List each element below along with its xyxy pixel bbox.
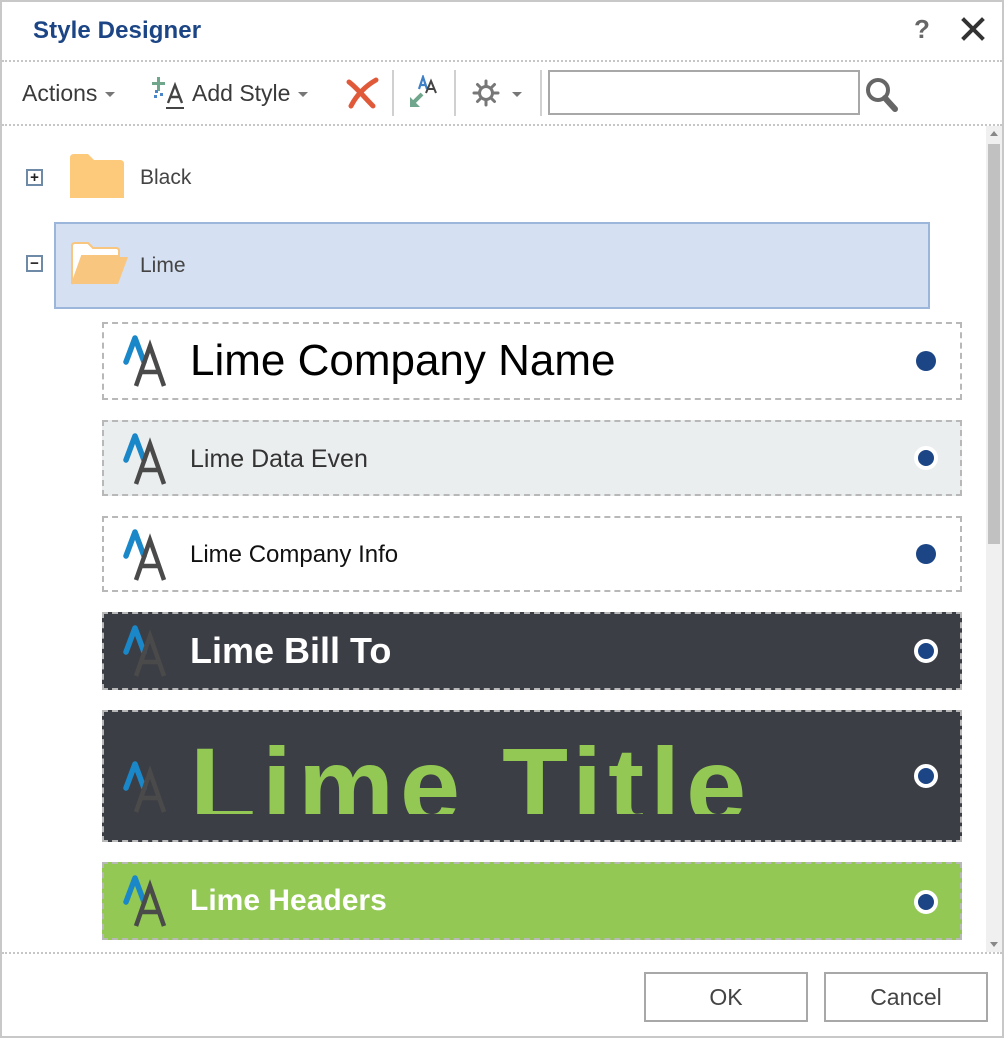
folder-label: Black — [140, 166, 192, 189]
search-input[interactable] — [548, 70, 860, 115]
ok-button[interactable]: OK — [644, 972, 808, 1022]
toolbar: Actions Add Style — [2, 62, 1002, 124]
style-label: Lime Bill To — [190, 630, 392, 671]
default-indicator[interactable] — [914, 446, 938, 470]
dialog-title: Style Designer — [33, 17, 202, 44]
style-item[interactable]: Lime Title — [102, 710, 962, 842]
chevron-down-icon — [298, 91, 309, 97]
style-item[interactable]: Lime Data Even — [102, 420, 962, 496]
folder-label: Lime — [140, 254, 186, 277]
help-button[interactable]: ? — [914, 14, 930, 45]
search-button[interactable] — [864, 76, 900, 112]
apply-style-button[interactable] — [406, 62, 442, 124]
delete-x-icon — [346, 77, 379, 109]
vertical-scrollbar[interactable] — [986, 126, 1002, 952]
text-style-icon — [123, 529, 167, 581]
style-item[interactable]: Lime Headers — [102, 862, 962, 940]
style-label: Lime Data Even — [190, 445, 368, 473]
folder-lime[interactable]: Lime — [54, 222, 930, 309]
cancel-button[interactable]: Cancel — [824, 972, 988, 1022]
settings-menu-button[interactable] — [472, 62, 522, 124]
default-indicator[interactable] — [916, 351, 936, 371]
actions-label: Actions — [22, 79, 98, 106]
default-indicator[interactable] — [916, 544, 936, 564]
chevron-down-icon — [105, 91, 116, 97]
toolbar-separator — [540, 70, 542, 116]
dialog-footer: OK Cancel — [2, 954, 1002, 1038]
toolbar-separator — [392, 70, 394, 116]
style-label: Lime Company Info — [190, 541, 399, 568]
scroll-down-button[interactable] — [986, 936, 1002, 952]
arrow-down-icon — [990, 942, 998, 947]
style-designer-dialog: Style Designer ? Actions Add Style + Bla… — [0, 0, 1004, 1038]
style-label: Lime Company Name — [190, 336, 616, 385]
close-icon — [961, 17, 985, 41]
style-label-clip: Lime Title — [190, 732, 752, 814]
folder-open-icon — [71, 242, 128, 285]
style-item[interactable]: Lime Company Name — [102, 322, 962, 400]
folder-black[interactable]: Black — [54, 140, 930, 220]
style-item[interactable]: Lime Bill To — [102, 612, 962, 690]
add-style-label: Add Style — [192, 79, 291, 106]
arrow-up-icon — [990, 131, 998, 136]
text-style-icon — [123, 875, 167, 927]
style-item[interactable]: Lime Company Info — [102, 516, 962, 592]
style-label: Lime Title — [190, 732, 753, 814]
chevron-down-icon — [512, 91, 522, 97]
close-button[interactable] — [960, 14, 986, 44]
default-indicator[interactable] — [914, 890, 938, 914]
actions-menu-button[interactable]: Actions — [22, 62, 116, 124]
text-style-icon — [123, 761, 167, 813]
collapse-toggle-lime[interactable]: − — [26, 255, 43, 272]
default-indicator[interactable] — [914, 639, 938, 663]
text-style-icon — [123, 625, 167, 677]
style-label: Lime Headers — [190, 884, 387, 917]
scroll-thumb[interactable] — [988, 144, 1000, 544]
toolbar-separator — [454, 70, 456, 116]
text-style-icon — [123, 335, 167, 387]
style-tree: + Black − Lime Lime Company Name Lime Da… — [2, 126, 986, 952]
title-bar: Style Designer ? — [2, 2, 1002, 60]
folder-closed-icon — [70, 154, 124, 198]
scroll-up-button[interactable] — [986, 126, 1002, 142]
default-indicator[interactable] — [914, 764, 938, 788]
text-style-icon — [123, 433, 167, 485]
delete-style-button[interactable] — [344, 62, 380, 124]
gear-icon — [472, 79, 500, 107]
add-style-icon — [152, 77, 184, 109]
add-style-button[interactable]: Add Style — [152, 62, 309, 124]
search-icon — [866, 78, 898, 112]
expand-toggle-black[interactable]: + — [26, 169, 43, 186]
apply-style-icon — [410, 75, 437, 107]
